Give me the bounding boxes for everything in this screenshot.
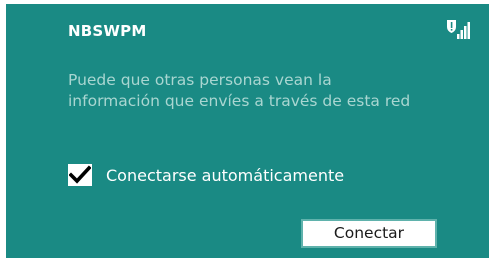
auto-connect-checkbox[interactable]: [68, 164, 92, 186]
auto-connect-row[interactable]: Conectarse automáticamente: [68, 164, 344, 186]
auto-connect-label: Conectarse automáticamente: [106, 165, 345, 185]
checkmark-icon: [69, 165, 91, 184]
connect-button[interactable]: Conectar: [301, 219, 437, 248]
security-warning-text: Puede que otras personas vean la informa…: [68, 71, 411, 110]
wifi-signal-warning-icon: [447, 20, 470, 39]
network-name: NBSWPM: [68, 22, 147, 40]
